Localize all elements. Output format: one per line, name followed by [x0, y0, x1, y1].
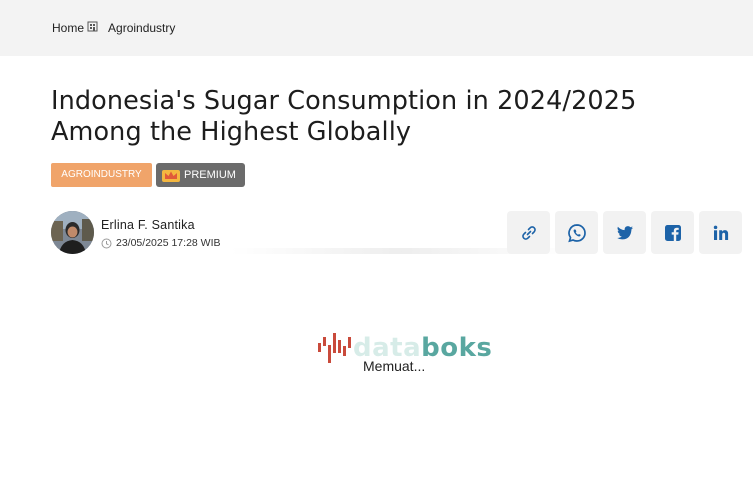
premium-label: PREMIUM — [184, 169, 236, 181]
crown-icon — [162, 170, 180, 182]
premium-badge: PREMIUM — [156, 163, 245, 187]
logo-bars-icon — [318, 333, 351, 363]
publish-date-text: 23/05/2025 17:28 WIB — [116, 237, 221, 249]
category-tag[interactable]: AGROINDUSTRY — [51, 163, 152, 187]
share-whatsapp-button[interactable] — [555, 211, 598, 254]
clock-icon — [101, 238, 112, 248]
breadcrumb-current-link[interactable]: Agroindustry — [108, 21, 175, 35]
linkedin-icon — [713, 225, 728, 240]
loading-indicator: databoks Memuat... — [316, 331, 492, 374]
twitter-icon — [616, 225, 633, 239]
facebook-icon — [664, 224, 681, 241]
logo-text-boks: boks — [421, 333, 493, 363]
avatar-image — [51, 211, 94, 254]
share-facebook-button[interactable] — [651, 211, 694, 254]
whatsapp-icon — [567, 223, 586, 242]
share-twitter-button[interactable] — [603, 211, 646, 254]
link-icon — [521, 225, 536, 240]
author-name[interactable]: Erlina F. Santika — [101, 218, 195, 232]
page-title: Indonesia's Sugar Consumption in 2024/20… — [51, 86, 637, 147]
author-row: Erlina F. Santika 23/05/2025 17:28 WIB — [51, 210, 751, 256]
breadcrumb-home-link[interactable]: Home — [52, 21, 84, 35]
copy-link-button[interactable] — [507, 211, 550, 254]
loading-text: Memuat... — [363, 358, 426, 374]
breadcrumb-bar: Home Agroindustry — [0, 0, 753, 56]
building-icon — [87, 21, 98, 31]
publish-date: 23/05/2025 17:28 WIB — [101, 237, 221, 249]
breadcrumb: Home Agroindustry — [52, 21, 175, 35]
share-linkedin-button[interactable] — [699, 211, 742, 254]
avatar[interactable] — [51, 211, 94, 254]
